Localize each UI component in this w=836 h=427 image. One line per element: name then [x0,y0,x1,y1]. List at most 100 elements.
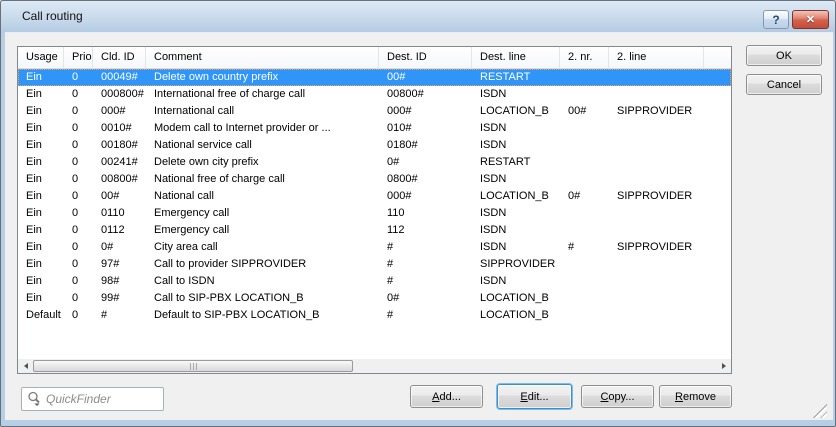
dialog-body: Usage Prio Cld. ID Comment Dest. ID Dest… [5,32,833,420]
quickfinder-box [21,387,164,411]
table-cell: 0 [64,273,93,290]
table-cell [609,307,704,324]
copy-button[interactable]: Copy... [581,385,654,408]
table-header: Usage Prio Cld. ID Comment Dest. ID Dest… [18,47,731,69]
column-header-2-line[interactable]: 2. line [609,47,704,69]
edit-button[interactable]: Edit... [497,384,572,409]
table-row[interactable]: Ein000049#Delete own country prefix00#RE… [18,69,731,86]
table-cell: Default to SIP-PBX LOCATION_B [146,307,379,324]
table-cell [609,154,704,171]
table-cell: Ein [18,120,64,137]
table-cell: Ein [18,154,64,171]
table-cell: Ein [18,205,64,222]
table-cell [560,205,609,222]
table-cell: ISDN [472,239,560,256]
table-cell: 0 [64,256,93,273]
table-row[interactable]: Ein0000800#International free of charge … [18,86,731,103]
table-row[interactable]: Ein00#City area call#ISDN#SIPPROVIDER [18,239,731,256]
table-cell [560,86,609,103]
table-cell: 0 [64,307,93,324]
column-header-filler [704,47,731,69]
table-cell: International free of charge call [146,86,379,103]
table-cell [560,171,609,188]
table-cell: ISDN [472,273,560,290]
help-icon: ? [772,13,779,27]
table-cell: National call [146,188,379,205]
table-cell: 000# [379,188,472,205]
table-row[interactable]: Ein097#Call to provider SIPPROVIDER#SIPP… [18,256,731,273]
table-cell: 97# [93,256,146,273]
table-cell: LOCATION_B [472,103,560,120]
table-cell: 0# [560,188,609,205]
table-cell [609,290,704,307]
scroll-right-button[interactable] [716,359,731,373]
table-row[interactable]: Ein0000#International call000#LOCATION_B… [18,103,731,120]
close-button[interactable]: ✕ [792,10,829,29]
table-cell: Delete own country prefix [146,69,379,86]
scroll-left-button[interactable] [18,359,33,373]
table-cell: 0112 [93,222,146,239]
table-row[interactable]: Ein000800#National free of charge call08… [18,171,731,188]
horizontal-scrollbar[interactable] [18,359,731,373]
table-cell: 00# [93,188,146,205]
call-routing-table: Usage Prio Cld. ID Comment Dest. ID Dest… [17,46,732,374]
table-cell: 0 [64,137,93,154]
table-cell: 0 [64,171,93,188]
table-cell: ISDN [472,171,560,188]
remove-button[interactable]: Remove [659,385,732,408]
column-header-cld-id[interactable]: Cld. ID [93,47,146,69]
table-row[interactable]: Ein000180#National service call0180#ISDN [18,137,731,154]
table-row[interactable]: Ein000#National call000#LOCATION_B0#SIPP… [18,188,731,205]
column-header-dest-line[interactable]: Dest. line [472,47,560,69]
table-cell: 0 [64,86,93,103]
table-body: Ein000049#Delete own country prefix00#RE… [18,69,731,359]
table-cell: LOCATION_B [472,290,560,307]
resize-grip[interactable] [811,403,827,418]
table-cell: ISDN [472,137,560,154]
table-row[interactable]: Ein00110Emergency call110ISDN [18,205,731,222]
add-button[interactable]: Add... [410,385,483,408]
table-cell: Emergency call [146,222,379,239]
ok-button[interactable]: OK [746,45,822,66]
table-row[interactable]: Default0#Default to SIP-PBX LOCATION_B#L… [18,307,731,324]
table-cell: SIPPROVIDER [609,188,704,205]
column-header-2-nr[interactable]: 2. nr. [560,47,609,69]
table-cell: # [379,256,472,273]
table-row[interactable]: Ein00112Emergency call112ISDN [18,222,731,239]
edit-button-label: Edit... [520,391,548,403]
table-row[interactable]: Ein099#Call to SIP-PBX LOCATION_B0#LOCAT… [18,290,731,307]
cancel-button[interactable]: Cancel [746,74,822,95]
table-cell: Ein [18,290,64,307]
column-header-comment[interactable]: Comment [146,47,379,69]
table-cell: Ein [18,188,64,205]
ok-button-label: OK [776,50,792,62]
table-cell: Ein [18,222,64,239]
table-cell: ISDN [472,86,560,103]
add-button-label: Add... [432,391,461,403]
table-row[interactable]: Ein00010#Modem call to Internet provider… [18,120,731,137]
table-cell: National service call [146,137,379,154]
table-cell: 00# [560,103,609,120]
table-cell: 00180# [93,137,146,154]
column-header-prio[interactable]: Prio [64,47,93,69]
table-row[interactable]: Ein000241#Delete own city prefix0#RESTAR… [18,154,731,171]
table-cell: 0 [64,103,93,120]
column-header-dest-id[interactable]: Dest. ID [379,47,472,69]
table-cell: Call to provider SIPPROVIDER [146,256,379,273]
help-button[interactable]: ? [763,10,789,29]
table-cell: ISDN [472,222,560,239]
quickfinder-input[interactable] [44,390,163,408]
table-cell: 98# [93,273,146,290]
table-cell: 110 [379,205,472,222]
table-cell: ISDN [472,120,560,137]
scrollbar-grip-icon [190,363,197,370]
table-cell: Default [18,307,64,324]
table-cell: SIPPROVIDER [609,239,704,256]
table-cell: # [560,239,609,256]
scroll-right-icon [722,363,726,369]
column-header-usage[interactable]: Usage [18,47,64,69]
titlebar[interactable]: Call routing ? ✕ [1,1,835,32]
scrollbar-thumb[interactable] [33,360,353,372]
window-title: Call routing [22,9,83,23]
table-row[interactable]: Ein098#Call to ISDN#ISDN [18,273,731,290]
